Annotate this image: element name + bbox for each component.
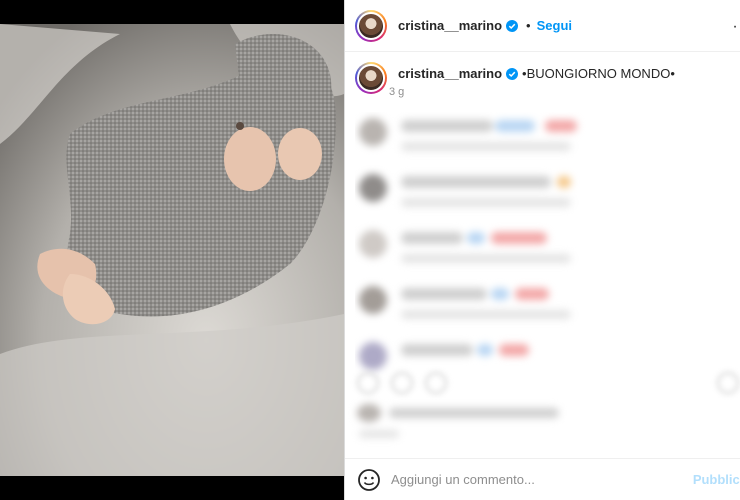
author-avatar[interactable] <box>355 9 387 42</box>
comment-avatar <box>359 230 387 258</box>
save-icon[interactable] <box>717 372 739 394</box>
comment-avatar <box>359 174 387 202</box>
likes-time-blur <box>359 430 399 438</box>
like-icon[interactable] <box>357 372 379 394</box>
comment-tag-blur <box>477 344 493 356</box>
post-photo[interactable] <box>0 24 344 476</box>
comment-tag-blur <box>515 288 549 300</box>
post-media-pane <box>0 0 344 500</box>
caption-body: cristina__marino •BUONGIORNO MONDO• <box>387 62 675 94</box>
comment-meta-blur <box>401 198 571 207</box>
comment-avatar <box>359 286 387 314</box>
verified-badge-icon <box>506 19 519 32</box>
comment-input-bar: Pubblica <box>345 458 740 500</box>
likes-summary-blurred <box>357 404 737 444</box>
comment-meta-blur <box>401 142 571 151</box>
post-details-panel: cristina__marino • Segui ·· cristina__ma… <box>344 0 740 500</box>
comment-item-blurred <box>355 112 740 162</box>
comment-name-blur <box>401 232 463 244</box>
comment-item-blurred <box>355 224 740 274</box>
comment-tag-blur <box>557 176 571 188</box>
post-header: cristina__marino • Segui ·· <box>345 0 740 52</box>
verified-badge-icon <box>506 67 519 80</box>
comment-tag-blur <box>499 344 529 356</box>
author-avatar-image <box>357 11 385 40</box>
caption-author-avatar[interactable] <box>355 62 387 94</box>
comment-name-blur <box>401 176 551 188</box>
baby-photo-illustration <box>0 24 344 476</box>
comment-tag-blur <box>467 232 485 244</box>
comment-item-blurred <box>355 168 740 218</box>
comment-name-blur <box>401 288 487 300</box>
comment-tag-blur <box>545 120 577 132</box>
comment-tag-blur <box>491 232 547 244</box>
caption-text: •BUONGIORNO MONDO• <box>522 66 675 81</box>
comment-avatar <box>359 342 387 370</box>
more-options-icon[interactable]: ·· <box>732 18 740 36</box>
comment-meta-blur <box>401 254 571 263</box>
likes-avatar-blur <box>357 404 381 422</box>
post-timestamp[interactable]: 3 g <box>389 86 404 98</box>
post-actions-blurred <box>357 372 739 396</box>
comment-name-blur <box>401 344 473 356</box>
comment-tag-blur <box>495 120 535 132</box>
comment-name-blur <box>401 120 493 132</box>
header-separator: • <box>526 18 531 33</box>
comment-item-blurred <box>355 280 740 330</box>
comment-meta-blur <box>401 310 571 319</box>
smiley-face-icon[interactable] <box>357 468 381 492</box>
comment-icon[interactable] <box>391 372 413 394</box>
publish-button[interactable]: Pubblica <box>693 472 740 487</box>
caption-line: cristina__marino •BUONGIORNO MONDO• <box>387 66 675 81</box>
comment-tag-blur <box>491 288 509 300</box>
caption-username[interactable]: cristina__marino <box>398 66 502 81</box>
post-caption: cristina__marino •BUONGIORNO MONDO• <box>355 62 735 94</box>
author-username[interactable]: cristina__marino <box>398 18 502 33</box>
comment-input[interactable] <box>391 472 681 487</box>
comment-avatar <box>359 118 387 146</box>
caption-author-avatar-image <box>357 64 385 92</box>
likes-text-blur <box>389 408 559 418</box>
share-icon[interactable] <box>425 372 447 394</box>
follow-button[interactable]: Segui <box>537 18 572 33</box>
